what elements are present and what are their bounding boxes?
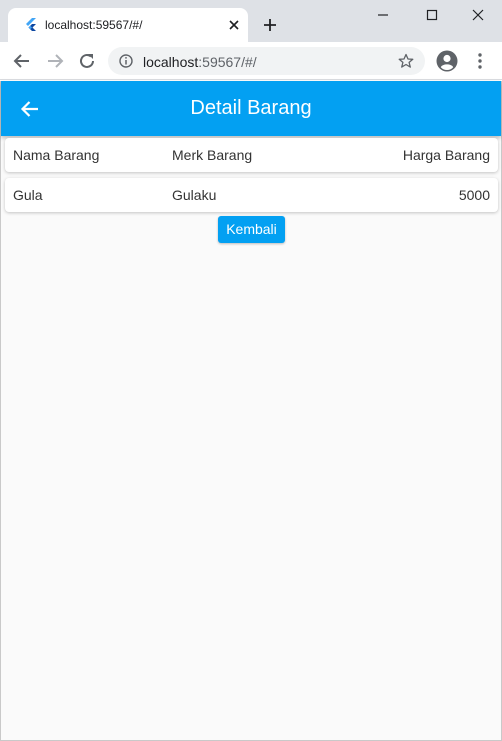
tab-title: localhost:59567/#/ [45,18,143,32]
app-viewport: Detail Barang Nama Barang Merk Barang Ha… [0,81,502,741]
maximize-icon[interactable] [420,6,444,26]
address-bar[interactable]: localhost:59567/#/ [108,47,425,75]
url-path: :59567/#/ [198,54,257,70]
cell-nama: Gula [13,187,43,203]
flutter-logo-icon [26,18,36,31]
browser-toolbar: localhost:59567/#/ [0,42,502,80]
browser-tab[interactable]: localhost:59567/#/ [8,8,248,42]
kebab-menu-icon[interactable] [472,52,488,70]
url-text[interactable]: localhost:59567/#/ [143,54,257,70]
table-header-row: Nama Barang Merk Barang Harga Barang [5,138,498,172]
column-header-harga: Harga Barang [402,147,490,163]
new-tab-icon[interactable] [262,17,278,33]
page-title: Detail Barang [190,97,312,119]
url-host: localhost [143,54,199,70]
kembali-button[interactable]: Kembali [218,216,285,243]
table-row: Gula Gulaku 5000 [5,178,498,212]
close-tab-icon[interactable] [226,17,242,33]
column-header-merk: Merk Barang [172,147,253,163]
cell-merk: Gulaku [172,187,217,203]
column-header-nama: Nama Barang [13,147,100,163]
forward-arrow-icon[interactable] [46,52,64,70]
minimize-icon[interactable] [371,6,395,26]
star-icon[interactable] [398,53,414,69]
app-bar: Detail Barang [1,81,501,136]
browser-titlebar: localhost:59567/#/ [0,0,502,42]
reload-icon[interactable] [78,52,96,70]
window-close-icon[interactable] [466,6,490,26]
back-arrow-icon[interactable] [13,52,31,70]
info-icon[interactable] [119,54,133,68]
cell-harga: 5000 [458,187,490,203]
profile-icon[interactable] [436,50,458,72]
